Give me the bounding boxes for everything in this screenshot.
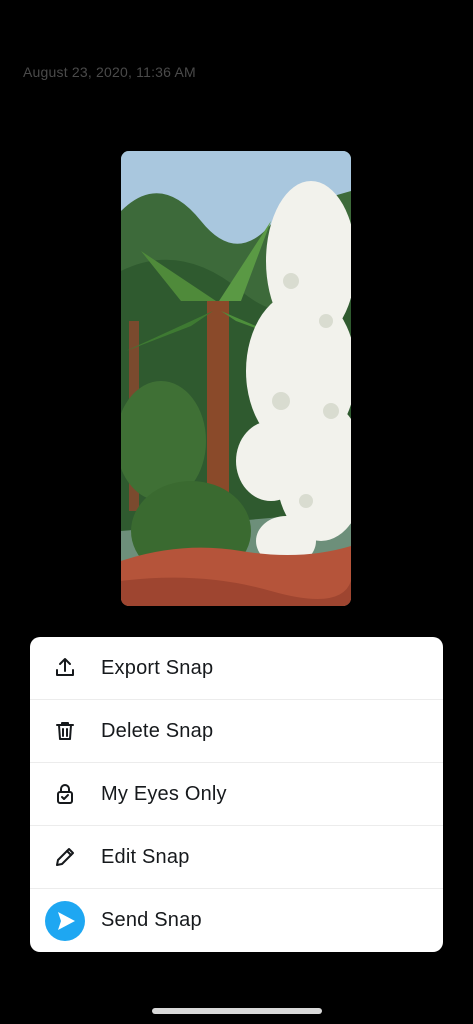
snap-action-sheet: Export Snap Delete Snap My Eyes Only Edi… (30, 637, 443, 952)
lock-icon (45, 774, 85, 814)
send-snap-button[interactable]: Send Snap (30, 889, 443, 952)
snap-photo-image (121, 151, 351, 606)
send-snap-label: Send Snap (101, 909, 202, 931)
snap-timestamp: August 23, 2020, 11:36 AM (23, 64, 196, 80)
edit-snap-button[interactable]: Edit Snap (30, 826, 443, 889)
export-snap-button[interactable]: Export Snap (30, 637, 443, 700)
trash-icon (45, 711, 85, 751)
my-eyes-only-button[interactable]: My Eyes Only (30, 763, 443, 826)
export-icon (45, 648, 85, 688)
send-icon (45, 900, 85, 941)
snap-photo[interactable] (121, 151, 351, 606)
delete-snap-label: Delete Snap (101, 719, 214, 742)
edit-snap-label: Edit Snap (101, 845, 190, 868)
my-eyes-only-label: My Eyes Only (101, 782, 227, 805)
home-indicator[interactable] (152, 1008, 322, 1014)
delete-snap-button[interactable]: Delete Snap (30, 700, 443, 763)
pencil-icon (45, 837, 85, 877)
export-snap-label: Export Snap (101, 656, 214, 679)
